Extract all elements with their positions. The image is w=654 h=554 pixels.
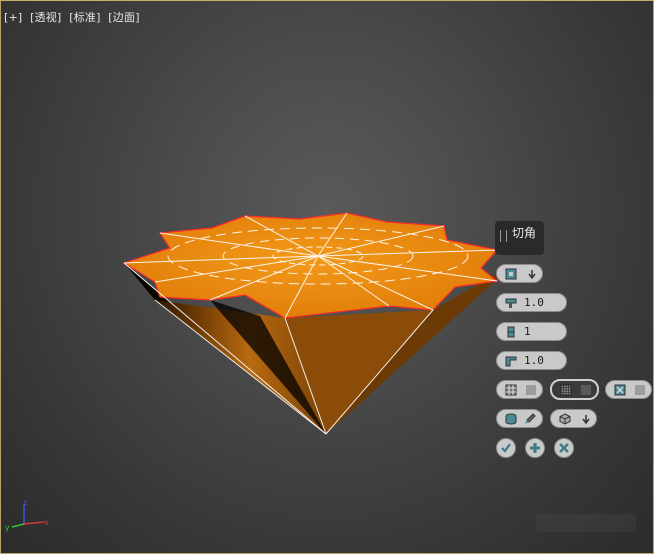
grid-icon xyxy=(505,384,517,396)
chamfer-segments-spinner[interactable]: 1 xyxy=(496,322,567,341)
chamfer-tension-spinner[interactable]: 1.0 xyxy=(496,351,567,370)
drag-handle-icon[interactable] xyxy=(500,230,507,242)
segments-value[interactable]: 1 xyxy=(524,325,531,338)
y-axis-line xyxy=(11,523,25,528)
arrow-down-icon xyxy=(528,270,536,280)
chamfered-mesh-object[interactable] xyxy=(122,212,515,435)
apply-and-continue-button[interactable] xyxy=(525,438,545,458)
ok-button[interactable] xyxy=(496,438,516,458)
cube-icon xyxy=(559,413,571,425)
x-axis-label: x xyxy=(44,518,49,527)
tension-value[interactable]: 1.0 xyxy=(524,354,544,367)
checkbox-icon xyxy=(526,385,536,395)
checkbox-icon xyxy=(581,385,591,395)
status-overlay xyxy=(536,514,636,532)
axis-tripod: z x y xyxy=(5,498,49,532)
checkbox-icon xyxy=(635,385,645,395)
caddy-title: 切角 xyxy=(512,226,537,240)
arrow-down-icon xyxy=(582,415,590,425)
brush-icon xyxy=(525,413,536,424)
chamfer-smooth-toggle[interactable] xyxy=(605,380,652,399)
y-axis-label: y xyxy=(5,523,10,532)
chamfer-smooth-threshold[interactable] xyxy=(496,409,543,428)
chamfer-amount-spinner[interactable]: 1.0 xyxy=(496,293,567,312)
tension-icon xyxy=(505,356,517,367)
viewport-3d-scene[interactable] xyxy=(0,0,654,554)
chamfer-isoline-toggle[interactable] xyxy=(550,379,599,400)
amount-icon xyxy=(505,298,517,308)
chamfer-caddy-header[interactable]: 切角 xyxy=(495,221,544,255)
mesh-top-face xyxy=(122,212,499,319)
cylinder-icon xyxy=(505,413,517,425)
chamfer-open-toggle[interactable] xyxy=(496,380,543,399)
dense-grid-icon xyxy=(560,384,572,396)
amount-value[interactable]: 1.0 xyxy=(524,296,544,309)
checkmark-icon xyxy=(501,443,511,453)
cancel-button[interactable] xyxy=(554,438,574,458)
x-axis-line xyxy=(23,521,45,525)
close-icon xyxy=(559,443,569,453)
smooth-icon xyxy=(614,384,626,396)
segments-icon xyxy=(507,326,515,338)
chamfer-smooth-to-dropdown[interactable] xyxy=(550,409,597,428)
z-axis-label: z xyxy=(23,498,27,507)
plus-icon xyxy=(530,443,540,453)
chamfer-type-icon xyxy=(505,268,517,280)
chamfer-type-dropdown[interactable] xyxy=(496,264,543,283)
